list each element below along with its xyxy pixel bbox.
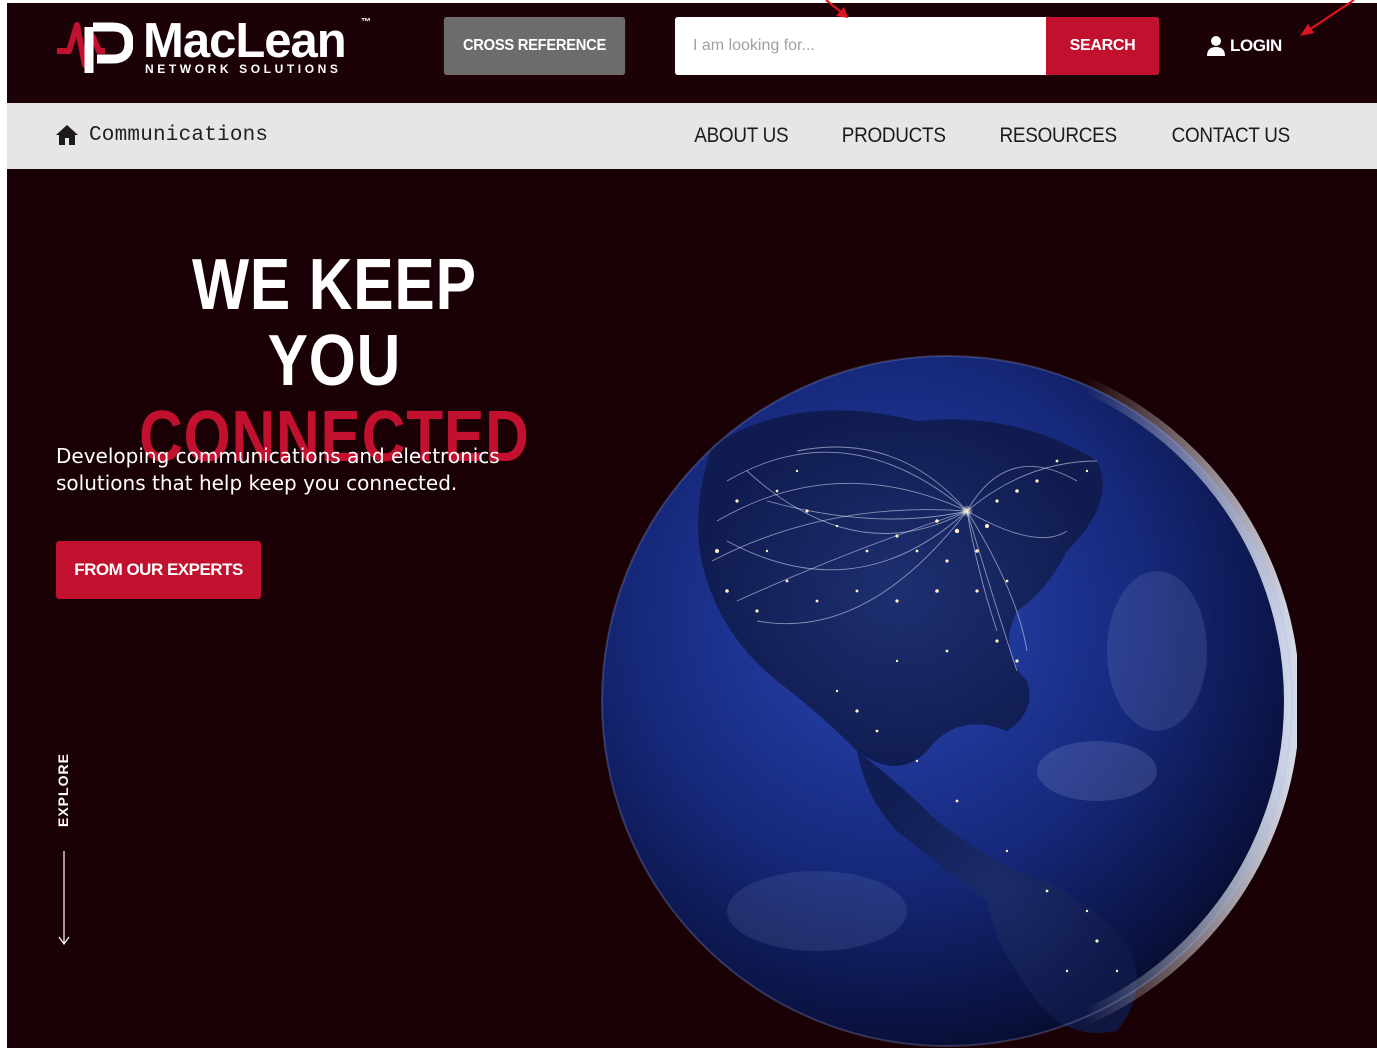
trademark-symbol: ™ (361, 17, 371, 28)
annotation-arrow-login (1300, 0, 1355, 36)
nav-links: ABOUT US PRODUCTS RESOURCES CONTACT US (647, 120, 1297, 152)
user-icon (1207, 36, 1225, 56)
breadcrumb[interactable]: Communications (55, 120, 268, 150)
hero-headline: WE KEEP YOU CONNECTED (137, 247, 532, 475)
from-our-experts-button[interactable]: FROM OUR EXPERTS (56, 541, 261, 599)
hero-tagline: Developing communications and electronic… (56, 444, 500, 495)
top-header: MacLean ™ NETWORK SOLUTIONS CROSS REFERE… (7, 3, 1377, 103)
explore-label: EXPLORE (55, 753, 71, 827)
search-button[interactable]: SEARCH (1046, 17, 1159, 75)
annotation-arrow-search (825, 0, 848, 18)
home-icon (56, 125, 78, 145)
nav-products[interactable]: PRODUCTS (841, 124, 945, 148)
login-link[interactable]: LOGIN (1206, 33, 1282, 59)
nav-resources[interactable]: RESOURCES (1000, 124, 1118, 148)
arrow-down-icon (58, 851, 70, 946)
cross-reference-button[interactable]: CROSS REFERENCE (443, 17, 626, 75)
hero-section: WE KEEP YOU CONNECTED Developing communi… (7, 169, 1377, 1048)
search-bar: SEARCH (675, 17, 1159, 75)
website-page: MacLean ™ NETWORK SOLUTIONS CROSS REFERE… (7, 3, 1377, 1048)
explore-scroll-indicator[interactable]: EXPLORE (47, 753, 81, 947)
logo-mark-icon (57, 22, 133, 73)
headline-line-1: WE KEEP YOU (191, 245, 477, 401)
nav-contact-us[interactable]: CONTACT US (1172, 124, 1291, 148)
breadcrumb-label: Communications (89, 123, 269, 147)
earth-globe-image (597, 351, 1297, 1048)
login-label: LOGIN (1230, 36, 1282, 55)
main-navigation: Communications ABOUT US PRODUCTS RESOURC… (7, 103, 1377, 169)
logo-subtitle: NETWORK SOLUTIONS (145, 62, 342, 76)
nav-about-us[interactable]: ABOUT US (694, 124, 788, 148)
search-input[interactable] (675, 17, 1046, 75)
maclean-logo[interactable]: MacLean ™ NETWORK SOLUTIONS (55, 14, 375, 81)
